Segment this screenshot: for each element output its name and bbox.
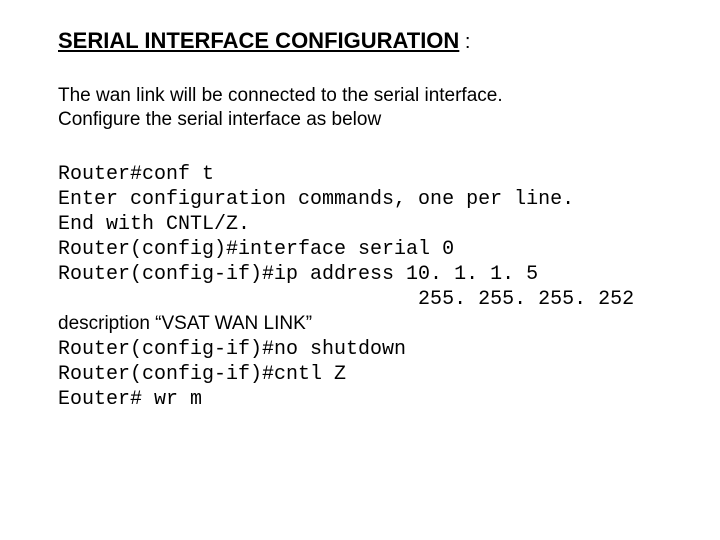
config-line: End with CNTL/Z. [58,212,698,237]
intro-line-1: The wan link will be connected to the se… [58,85,503,106]
config-line: Router#conf t [58,162,698,187]
config-line-description: description “VSAT WAN LINK” [58,312,698,337]
config-line: Router(config-if)#cntl Z [58,362,698,387]
config-block: Router#conf t Enter configuration comman… [58,162,698,412]
heading-text: SERIAL INTERFACE CONFIGURATION [58,28,459,53]
config-line: Enter configuration commands, one per li… [58,187,698,212]
heading-colon: : [459,31,470,53]
config-line: Router(config-if)#no shutdown [58,337,698,362]
config-line: Router(config-if)#ip address 10. 1. 1. 5 [58,262,698,287]
document-page: SERIAL INTERFACE CONFIGURATION : The wan… [0,0,698,412]
section-heading: SERIAL INTERFACE CONFIGURATION : [58,28,698,54]
intro-line-2: Configure the serial interface as below [58,109,381,130]
config-line: 255. 255. 255. 252 [58,287,698,312]
config-line: Router(config)#interface serial 0 [58,237,698,262]
config-line: Eouter# wr m [58,387,698,412]
intro-paragraph: The wan link will be connected to the se… [58,84,698,132]
